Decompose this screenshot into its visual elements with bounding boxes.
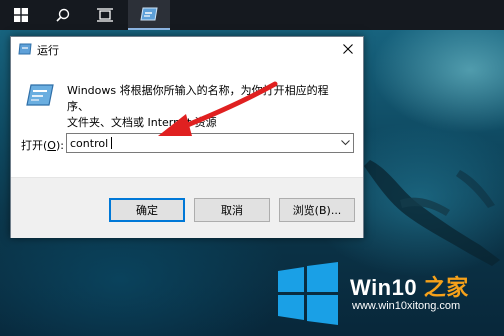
watermark-brand-win: Win10: [350, 275, 418, 300]
annotation-arrow-icon: [158, 81, 278, 136]
open-label-prefix: 打开(: [21, 139, 48, 152]
dialog-footer: 确定 取消 浏览(B)...: [11, 177, 363, 238]
text-caret: [111, 137, 112, 149]
search-button[interactable]: [42, 0, 84, 30]
search-icon: [56, 8, 70, 22]
close-button[interactable]: [333, 37, 363, 61]
chevron-down-icon: [340, 140, 350, 146]
taskbar: [0, 0, 504, 30]
windows10-logo-icon: [278, 262, 338, 325]
watermark-brand-zhi: 之家: [417, 275, 469, 300]
run-app-icon: [140, 7, 158, 21]
cancel-button[interactable]: 取消: [194, 198, 270, 222]
run-app-icon: [18, 43, 32, 55]
run-taskbar-button[interactable]: [128, 0, 170, 30]
close-icon: [343, 44, 353, 54]
dialog-titlebar[interactable]: 运行: [11, 37, 363, 61]
swimmer-image: [364, 160, 500, 266]
open-label-suffix: ):: [55, 139, 64, 152]
run-app-icon: [26, 84, 54, 106]
task-view-icon: [97, 8, 113, 22]
dialog-title: 运行: [37, 44, 59, 57]
dropdown-button[interactable]: [337, 134, 353, 152]
watermark-url: www.win10xitong.com: [352, 300, 461, 312]
windows-logo-icon: [14, 8, 28, 22]
watermark: Win10 之家 www.win10xitong.com: [270, 254, 500, 334]
watermark-brand: Win10 之家: [350, 270, 469, 302]
browse-button[interactable]: 浏览(B)...: [279, 198, 355, 222]
open-label: 打开(O):: [21, 137, 64, 153]
task-view-button[interactable]: [84, 0, 126, 30]
open-label-hotkey: O: [47, 139, 56, 152]
start-button[interactable]: [0, 0, 42, 30]
ok-button[interactable]: 确定: [109, 198, 185, 222]
